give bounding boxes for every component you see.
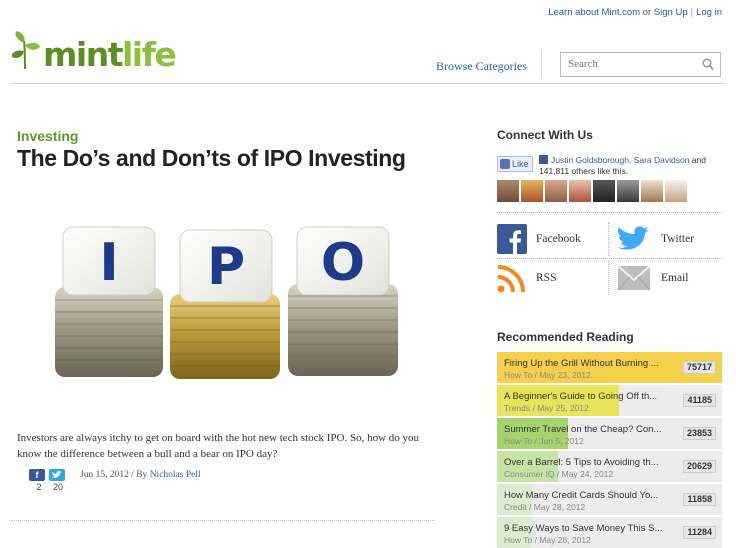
browse-categories-link[interactable]: Browse Categories (436, 59, 527, 74)
facebook-like-button[interactable]: Like (497, 156, 533, 172)
facebook-like-text: Justin Goldsborough, Sara Davidson and 1… (539, 155, 707, 176)
mintlife-logo[interactable]: mintlife (11, 25, 177, 74)
facebook-icon (497, 224, 527, 254)
ipo-dice-image[interactable]: I P O (45, 222, 405, 387)
recommended-meta: Credit / May 28, 2012 (504, 502, 586, 512)
recommended-title[interactable]: Summer Travel on the Cheap? Con... (504, 424, 674, 435)
twitter-social-link[interactable]: Twitter (616, 224, 694, 254)
view-count-badge: 11858 (683, 493, 716, 506)
article-byline: Jun 15, 2012 / By Nicholas Pell (80, 470, 201, 480)
author-link[interactable]: Nicholas Pell (150, 470, 201, 480)
article-divider (11, 520, 435, 521)
view-count-badge: 23853 (682, 427, 716, 440)
recommended-item[interactable]: A Beginner's Guide to Going Off th... Tre… (497, 385, 722, 416)
recommended-item[interactable]: Over a Barrel: 5 Tips to Avoiding th... C… (497, 451, 722, 482)
facebook-share-icon[interactable]: f (29, 469, 45, 481)
recommended-title[interactable]: Over a Barrel: 5 Tips to Avoiding th... (504, 457, 674, 468)
recommended-title[interactable]: A Beginner's Guide to Going Off th... (504, 391, 674, 402)
leaf-icon (11, 31, 41, 71)
view-count-badge: 20629 (682, 460, 716, 473)
facebook-share-count: 2 (36, 482, 42, 492)
recommended-title[interactable]: Firing Up the Grill Without Burning ... (504, 358, 674, 369)
recommended-item[interactable]: How Many Credit Cards Should Yo... Credit… (497, 484, 722, 515)
thumbs-up-icon (500, 159, 510, 169)
email-social-link[interactable]: Email (616, 263, 688, 293)
recommended-title[interactable]: How Many Credit Cards Should Yo... (504, 490, 674, 501)
avatar[interactable] (497, 180, 519, 202)
rss-social-link[interactable]: RSS (497, 263, 556, 293)
recommended-heading: Recommended Reading (497, 330, 634, 344)
left-coin-stack (55, 287, 163, 377)
recommended-meta: Consumer IQ / May 24, 2012 (504, 469, 614, 479)
connect-heading: Connect With Us (497, 128, 593, 142)
die-i: I (62, 226, 156, 296)
avatar[interactable] (545, 180, 567, 202)
right-coin-stack (288, 284, 398, 376)
header-divider (541, 50, 542, 78)
view-count-badge: 11284 (683, 526, 716, 539)
die-o: O (296, 226, 390, 296)
recommended-meta: Trends / May 25, 2012 (504, 403, 589, 413)
rss-icon (497, 263, 527, 293)
twitter-share-icon[interactable] (49, 469, 65, 481)
die-p: P (179, 229, 273, 303)
avatar[interactable] (569, 180, 591, 202)
recommended-meta: How To / May 23, 2012 (504, 370, 591, 380)
recommended-meta: How To / Jun 5, 2012 (504, 436, 584, 446)
recommended-item[interactable]: 9 Easy Ways to Save Money This S... How T… (497, 517, 722, 548)
middle-coin-stack (170, 294, 280, 379)
facebook-faces (497, 180, 687, 202)
header-divider-line (11, 83, 725, 84)
search-box (560, 52, 721, 77)
avatar[interactable] (665, 180, 687, 202)
recommended-item[interactable]: Summer Travel on the Cheap? Con... How To… (497, 418, 722, 449)
recommended-item[interactable]: Firing Up the Grill Without Burning ... H… (497, 352, 722, 383)
top-links: Learn about Mint.com or Sign Up | Log in (548, 7, 722, 18)
social-divider (608, 261, 609, 295)
recommended-meta: How To / May 28, 2012 (504, 535, 591, 545)
view-count-badge: 41185 (683, 394, 716, 407)
sidebar-divider (497, 258, 722, 259)
view-count-badge: 75717 (682, 361, 716, 374)
social-divider (608, 222, 609, 256)
article-excerpt: Investors are always itchy to get on boa… (17, 432, 420, 460)
svg-text:I: I (99, 233, 118, 293)
or-text: or (642, 7, 652, 18)
facebook-social-link[interactable]: Facebook (497, 224, 581, 254)
sidebar-divider (497, 212, 722, 213)
article-title[interactable]: The Do’s and Don’ts of IPO Investing (17, 145, 406, 172)
avatar[interactable] (641, 180, 663, 202)
search-icon[interactable] (702, 58, 714, 76)
sign-up-link[interactable]: Sign Up (654, 7, 688, 18)
facebook-small-icon (539, 155, 548, 164)
share-counts: 2 20 (29, 482, 67, 492)
share-buttons: f (29, 469, 65, 481)
twitter-bird-icon (616, 224, 652, 254)
link-separator: | (690, 7, 694, 18)
article-date: Jun 15, 2012 / By (80, 470, 148, 480)
svg-text:P: P (207, 237, 245, 297)
article-category[interactable]: Investing (17, 128, 78, 144)
email-envelope-icon (616, 263, 652, 293)
learn-about-mint-link[interactable]: Learn about Mint.com (548, 7, 640, 18)
avatar[interactable] (593, 180, 615, 202)
search-input[interactable] (568, 53, 698, 75)
avatar[interactable] (617, 180, 639, 202)
recommended-title[interactable]: 9 Easy Ways to Save Money This S... (504, 523, 674, 534)
logo-wordmark: mintlife (43, 35, 177, 74)
twitter-share-count: 20 (52, 482, 63, 492)
log-in-link[interactable]: Log in (696, 7, 722, 18)
svg-text:O: O (321, 233, 365, 293)
avatar[interactable] (521, 180, 543, 202)
